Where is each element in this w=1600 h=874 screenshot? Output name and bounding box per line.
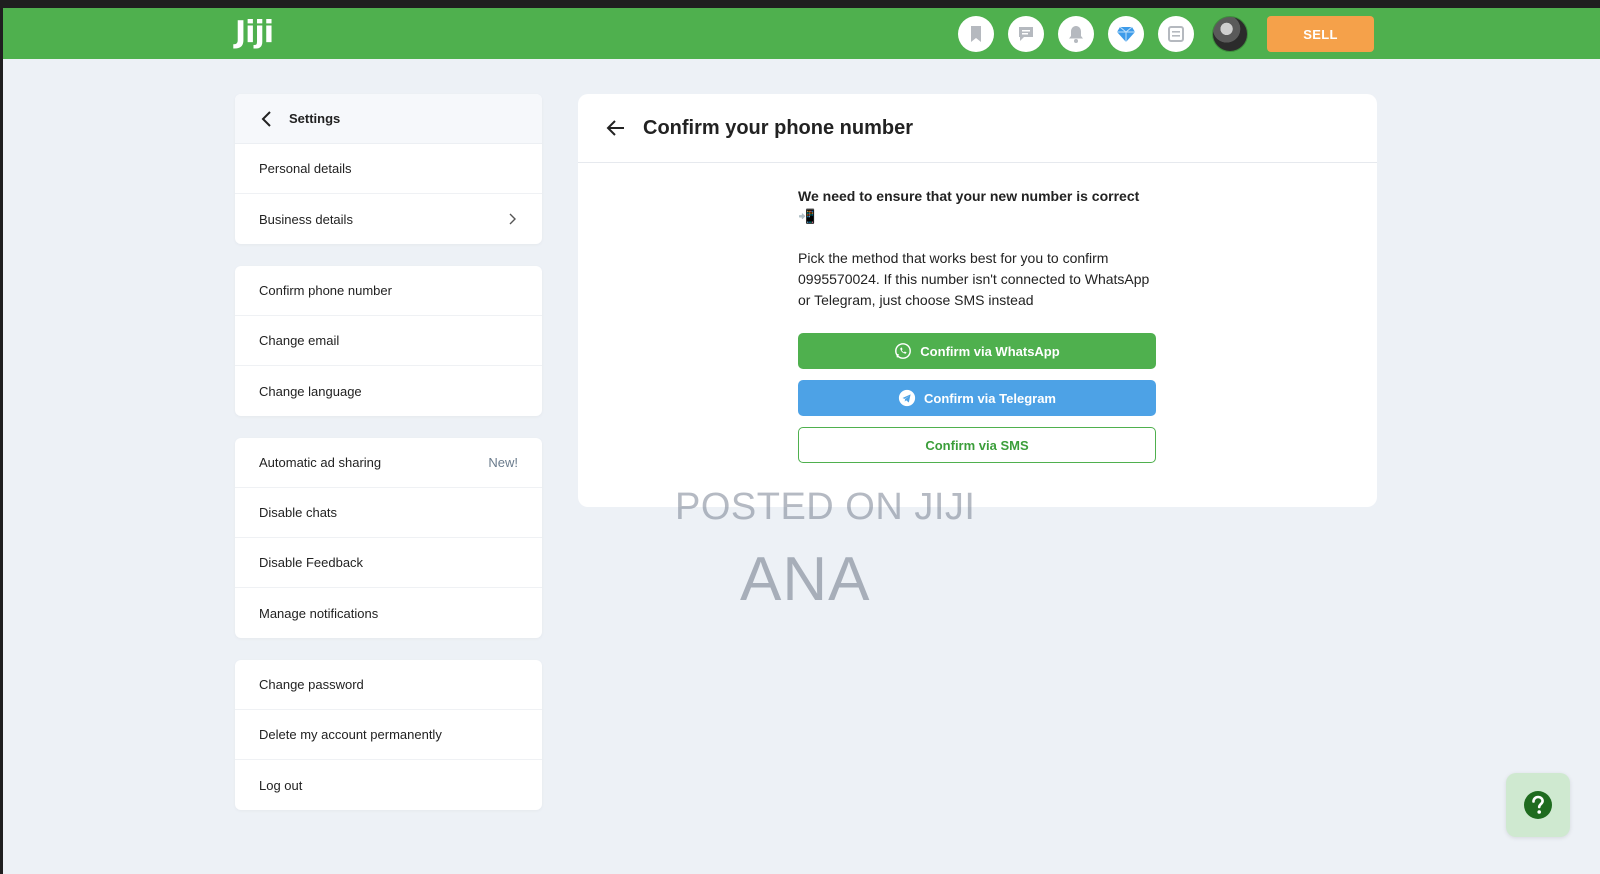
question-icon [1524, 791, 1552, 819]
telegram-icon [898, 389, 916, 407]
watermark-name: ANA [740, 545, 871, 614]
sidebar-item-disable-chats[interactable]: Disable chats [235, 488, 542, 538]
sidebar-group-preferences: Automatic ad sharing New! Disable chats … [235, 438, 542, 638]
card-header: Confirm your phone number [578, 94, 1377, 163]
jiji-logo[interactable]: Jiji [235, 16, 274, 50]
bell-icon [1069, 26, 1083, 43]
card-body: We need to ensure that your new number i… [798, 186, 1156, 463]
sidebar-group-account: Settings Personal details Business detai… [235, 94, 542, 244]
whatsapp-icon [895, 343, 912, 359]
sidebar-title: Settings [289, 111, 341, 126]
lead-text: We need to ensure that your new number i… [798, 188, 1140, 224]
my-adverts-button[interactable] [1158, 16, 1194, 52]
sidebar-item-change-email[interactable]: Change email [235, 316, 542, 366]
page-title: Confirm your phone number [643, 116, 913, 139]
sidebar-item-change-password[interactable]: Change password [235, 660, 542, 710]
sidebar-item-automatic-ad-sharing[interactable]: Automatic ad sharing New! [235, 438, 542, 488]
description-text: Pick the method that works best for you … [798, 250, 1150, 308]
sidebar-item-disable-feedback[interactable]: Disable Feedback [235, 538, 542, 588]
chevron-left-icon[interactable] [257, 109, 277, 129]
sidebar-item-business-details[interactable]: Business details [235, 194, 542, 244]
sell-button[interactable]: SELL [1267, 16, 1374, 52]
list-icon [1168, 26, 1184, 42]
top-header: Jiji SELL [3, 8, 1600, 59]
app-window: Jiji SELL Settings Personal details Busi… [3, 8, 1600, 874]
new-badge: New! [488, 455, 518, 470]
confirm-telegram-button[interactable]: Confirm via Telegram [798, 380, 1156, 416]
sidebar-header: Settings [235, 94, 542, 144]
bookmark-icon [971, 26, 981, 42]
sidebar-group-contact: Confirm phone number Change email Change… [235, 266, 542, 416]
messages-button[interactable] [1008, 16, 1044, 52]
help-button[interactable] [1506, 773, 1570, 837]
bookmark-button[interactable] [958, 16, 994, 52]
sidebar-group-security: Change password Delete my account perman… [235, 660, 542, 810]
diamond-icon [1117, 26, 1135, 42]
sidebar-item-personal-details[interactable]: Personal details [235, 144, 542, 194]
arrow-left-icon[interactable] [605, 117, 627, 139]
sidebar-item-change-language[interactable]: Change language [235, 366, 542, 416]
sidebar-item-confirm-phone[interactable]: Confirm phone number [235, 266, 542, 316]
chat-icon [1019, 27, 1033, 41]
confirm-phone-card: Confirm your phone number We need to ens… [578, 94, 1377, 507]
settings-sidebar: Settings Personal details Business detai… [235, 94, 542, 832]
sidebar-item-log-out[interactable]: Log out [235, 760, 542, 810]
sidebar-item-manage-notifications[interactable]: Manage notifications [235, 588, 542, 638]
avatar[interactable] [1212, 16, 1248, 52]
confirm-whatsapp-button[interactable]: Confirm via WhatsApp [798, 333, 1156, 369]
confirm-sms-button[interactable]: Confirm via SMS [798, 427, 1156, 463]
sidebar-item-delete-account[interactable]: Delete my account permanently [235, 710, 542, 760]
watermark-posted-on: POSTED ON JIJI [675, 486, 976, 528]
premium-button[interactable] [1108, 16, 1144, 52]
notifications-button[interactable] [1058, 16, 1094, 52]
chevron-right-icon [509, 213, 516, 225]
